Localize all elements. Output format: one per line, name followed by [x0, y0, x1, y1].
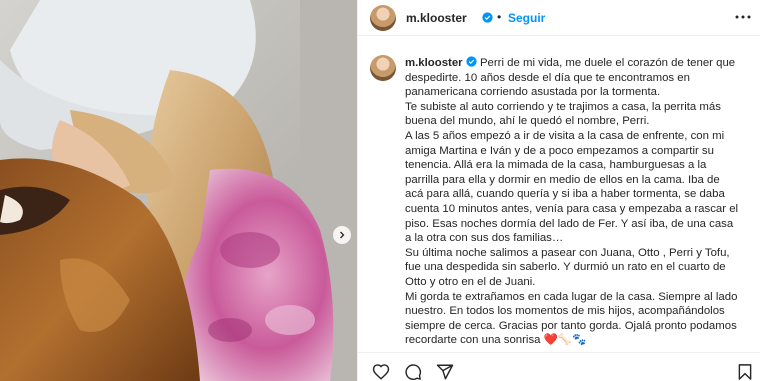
- header-username[interactable]: m.klooster: [406, 11, 467, 25]
- verified-badge-icon: [466, 56, 477, 67]
- caption-paragraph-4: Su última noche salimos a pasear con Jua…: [405, 246, 730, 288]
- post-header: m.klooster • Seguir: [358, 0, 760, 36]
- caption-area: m.klooster Perri de mi vida, me duele el…: [358, 37, 760, 345]
- more-options-icon[interactable]: [735, 12, 751, 22]
- instagram-post: m.klooster • Seguir m.klooster Perri de …: [0, 0, 760, 381]
- verified-badge-icon: [482, 12, 493, 23]
- caption-avatar[interactable]: [370, 55, 396, 81]
- caption-username[interactable]: m.klooster: [405, 57, 463, 69]
- comment-icon[interactable]: [404, 363, 422, 381]
- post-side-panel: m.klooster • Seguir m.klooster Perri de …: [357, 0, 760, 381]
- caption-paragraph-5: Mi gorda te extrañamos en cada lugar de …: [405, 290, 738, 346]
- caption-paragraph-3: A las 5 años empezó a ir de visita a la …: [405, 129, 739, 245]
- caption-paragraph-2: Te subiste al auto corriendo y te trajim…: [405, 100, 721, 128]
- follow-button[interactable]: Seguir: [508, 11, 545, 25]
- carousel-next-button[interactable]: [333, 226, 351, 244]
- separator-dot: •: [497, 10, 502, 24]
- heart-icon[interactable]: [372, 363, 390, 381]
- share-icon[interactable]: [436, 363, 454, 381]
- caption-text: m.klooster Perri de mi vida, me duele el…: [405, 56, 741, 345]
- post-photo[interactable]: [0, 0, 357, 381]
- avatar[interactable]: [370, 5, 396, 31]
- post-actions-bar: [358, 352, 760, 381]
- photo-image: [0, 0, 357, 381]
- bookmark-icon[interactable]: [736, 363, 754, 381]
- chevron-right-icon: [340, 231, 345, 239]
